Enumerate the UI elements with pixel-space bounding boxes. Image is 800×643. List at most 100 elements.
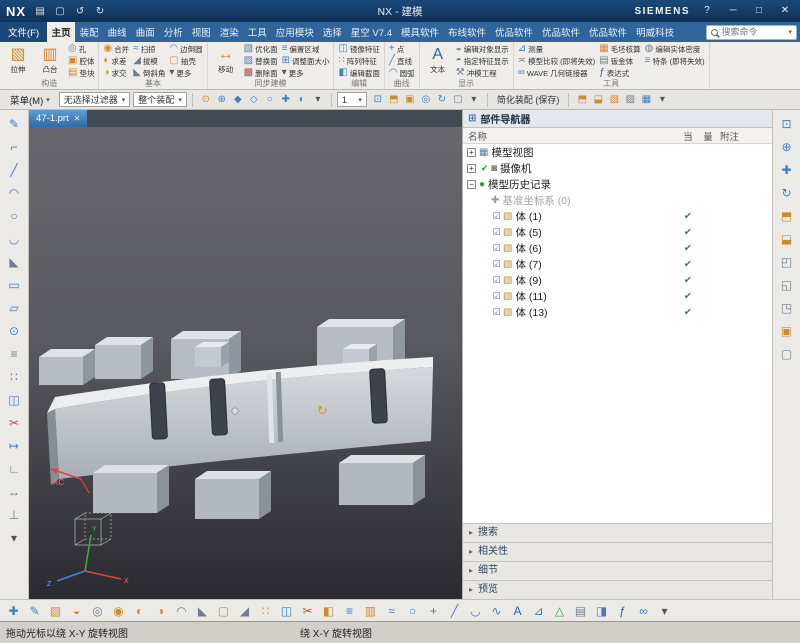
window-icon[interactable]: ▢ — [450, 92, 466, 108]
sweep-icon[interactable]: ≈ — [382, 601, 401, 620]
pad-button[interactable]: ▤ 垫块 — [66, 67, 96, 79]
intersect-icon[interactable]: ◑ — [151, 601, 170, 620]
simplified-assembly-button[interactable]: 简化装配 (保存) — [493, 93, 564, 106]
ellipse-icon[interactable]: ⊙ — [3, 319, 26, 342]
ribbon-tab[interactable]: 星空 V7.4 — [346, 22, 396, 42]
ribbon-tab[interactable]: 曲面 — [131, 22, 159, 42]
mirror-icon[interactable]: ◫ — [277, 601, 296, 620]
ribbon-tab[interactable]: 分析 — [159, 22, 187, 42]
tree-row[interactable]: − ● 模型历史记录 — [463, 176, 772, 192]
ribbon-tab[interactable]: 装配 — [75, 22, 103, 42]
mirror-feature-button[interactable]: ◫ 镜像特征 — [336, 43, 381, 55]
tree-expander-icon[interactable] — [479, 212, 488, 221]
tree-row[interactable]: ☑ ▧ 体 (5) ✔ — [463, 224, 772, 240]
ribbon-tab[interactable]: 优品软件 — [538, 22, 585, 42]
top-view-icon[interactable]: ◰ — [775, 250, 798, 273]
edit-object-display-button[interactable]: ◒ 编辑对象显示 — [454, 43, 511, 55]
edge-blend-button[interactable]: ◠ 边倒圆 — [167, 43, 204, 55]
ribbon-tab[interactable]: 选择 — [318, 22, 346, 42]
snap-more-icon[interactable]: ▾ — [310, 92, 326, 108]
tree-expander-icon[interactable] — [479, 292, 488, 301]
front-view-icon[interactable]: ◱ — [775, 273, 798, 296]
close-icon[interactable]: ✕ — [74, 114, 81, 123]
shaded-view-icon[interactable]: ▣ — [775, 319, 798, 342]
assembly-cube-icon[interactable]: ⬒ — [574, 92, 590, 108]
unite-icon[interactable]: ◉ — [109, 601, 128, 620]
sheet-metal-body-button[interactable]: ▤ 钣金体 — [597, 55, 642, 67]
close-button[interactable]: ✕ — [776, 3, 794, 19]
trimetric-view-icon[interactable]: ⬒ — [775, 204, 798, 227]
right-view-icon[interactable]: ◳ — [775, 296, 798, 319]
tree-expander-icon[interactable] — [479, 196, 488, 205]
undo-icon[interactable]: ↺ — [72, 6, 88, 17]
die-engineering-button[interactable]: ⚒ 冲模工程 — [454, 67, 511, 79]
strip-button[interactable]: ≡ 特条 (即将失效) — [643, 55, 707, 67]
tree-expander-icon[interactable] — [479, 276, 488, 285]
text-button[interactable]: A 文本 — [422, 43, 454, 79]
offset-icon[interactable]: ≡ — [340, 601, 359, 620]
tree-expander-icon[interactable] — [479, 228, 488, 237]
chamfer-icon[interactable]: ◣ — [193, 601, 212, 620]
arc-button[interactable]: ◠ 圆弧 — [387, 67, 417, 79]
boss-block-back-2[interactable] — [171, 331, 241, 379]
layer-settings-icon[interactable]: ▤ — [571, 601, 590, 620]
boss-block-front-3[interactable] — [339, 455, 425, 505]
tree-row[interactable]: + ✔ ◙ 摄像机 — [463, 160, 772, 176]
window-switch-icon[interactable]: ▢ — [52, 6, 68, 17]
ribbon-tab[interactable]: 曲线 — [103, 22, 131, 42]
chamfer-button[interactable]: ◣ 倒斜角 — [131, 67, 167, 79]
subtract-button[interactable]: ◐ 求差 — [101, 55, 131, 67]
view-section-icon[interactable]: ◨ — [592, 601, 611, 620]
dependencies-section[interactable]: ▸ 相关性 — [463, 542, 772, 561]
profile-icon[interactable]: ⌐ — [3, 135, 26, 158]
ribbon-tab[interactable]: 视图 — [187, 22, 215, 42]
pattern-curve-icon[interactable]: ∷ — [3, 365, 26, 388]
datum-csys-icon[interactable]: ✚ — [4, 601, 23, 620]
measure-button[interactable]: ⊿ 测量 — [516, 43, 597, 55]
model-compare-button[interactable]: ≍ 模型比较 (即将失效) — [516, 55, 597, 67]
pattern-feature-button[interactable]: ∷ 阵列特征 — [336, 55, 381, 67]
unite-button[interactable]: ◉ 合并 — [101, 43, 131, 55]
zoom-icon[interactable]: ⊕ — [775, 135, 798, 158]
work-layer-input[interactable]: 1 ▾ — [337, 92, 367, 107]
hole-button[interactable]: ◎ 孔 — [66, 43, 96, 55]
fillet-icon[interactable]: ◡ — [3, 227, 26, 250]
tree-row[interactable]: ☑ ▧ 体 (1) ✔ — [463, 208, 772, 224]
ribbon-tab[interactable]: 主页 — [47, 22, 75, 42]
line-icon[interactable]: ╱ — [445, 601, 464, 620]
pocket-button[interactable]: ▣ 腔体 — [66, 55, 96, 67]
search-section[interactable]: ▸ 搜索 — [463, 523, 772, 542]
extrude-button[interactable]: ▧ 拉伸 — [2, 43, 34, 79]
text-icon[interactable]: A — [508, 601, 527, 620]
solid-body-cube-icon[interactable]: ▧ — [606, 92, 622, 108]
highlight-icon[interactable]: ⊙ — [198, 92, 214, 108]
ribbon-tab[interactable]: 渲染 — [215, 22, 243, 42]
ribbon-tab[interactable]: 工具 — [243, 22, 271, 42]
edit-section-button[interactable]: ◧ 编辑截面 — [336, 67, 381, 79]
dimension-icon[interactable]: ↔ — [3, 480, 26, 503]
ribbon-tab[interactable]: 布线软件 — [444, 22, 491, 42]
viewport-canvas[interactable]: ↻ XC — [29, 127, 462, 599]
arc-icon[interactable]: ◠ — [3, 181, 26, 204]
snap-point-icon[interactable]: ⊕ — [214, 92, 230, 108]
shell-button[interactable]: ▢ 抽壳 — [167, 55, 204, 67]
fit-view-icon[interactable]: ⊡ — [370, 92, 386, 108]
details-section[interactable]: ▸ 细节 — [463, 561, 772, 580]
tube-icon[interactable]: ○ — [403, 601, 422, 620]
tree-expander-icon[interactable] — [479, 260, 488, 269]
ribbon-tab[interactable]: 优品软件 — [491, 22, 538, 42]
resize-face-button[interactable]: ⊞ 调整面大小 — [280, 55, 332, 67]
delete-face-button[interactable]: ▩ 删除面 — [242, 67, 280, 79]
tree-check-prefix-icon[interactable]: ☑ — [491, 275, 502, 286]
circle-icon[interactable]: ○ — [3, 204, 26, 227]
tree-expander-icon[interactable] — [479, 308, 488, 317]
render-style-icon[interactable]: ▣ — [402, 92, 418, 108]
minimize-button[interactable]: ─ — [724, 3, 742, 19]
tree-expander-icon[interactable]: + — [467, 148, 476, 157]
analysis-icon[interactable]: △ — [550, 601, 569, 620]
edge-cube-icon[interactable]: ▦ — [638, 92, 654, 108]
tree-expander-icon[interactable]: − — [467, 180, 476, 189]
intersect-button[interactable]: ◑ 求交 — [101, 67, 131, 79]
part-tab[interactable]: 47-1.prt ✕ — [29, 110, 87, 127]
boss-block-back-left[interactable] — [39, 349, 95, 385]
